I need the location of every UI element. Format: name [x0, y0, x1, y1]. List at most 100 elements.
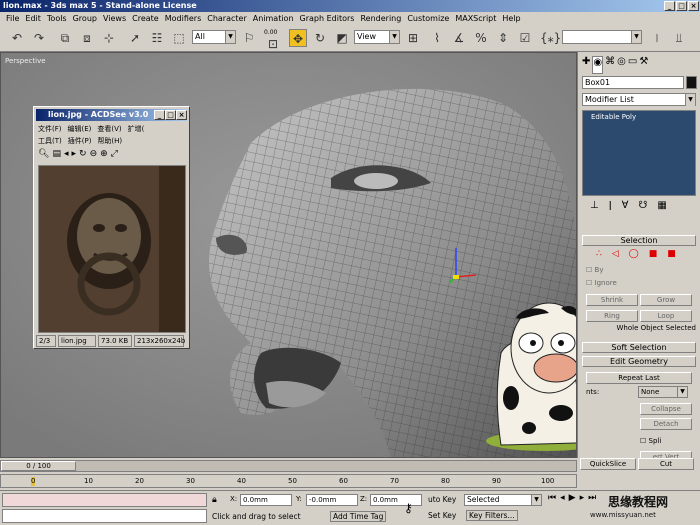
- border-mode-icon[interactable]: ◯: [629, 249, 639, 261]
- pivot-center-icon[interactable]: ⊞: [404, 29, 422, 47]
- zoom-fit-icon[interactable]: ⤢: [111, 149, 118, 163]
- repeat-last-button[interactable]: Repeat Last: [586, 372, 692, 384]
- edge-mode-icon[interactable]: ◁: [612, 249, 619, 261]
- acdsee-menu-ext[interactable]: 扩增(: [128, 123, 145, 135]
- next-frame-icon[interactable]: ▸: [580, 493, 585, 507]
- tab-motion-icon[interactable]: ◎: [617, 56, 626, 74]
- z-coord-field[interactable]: 0.0mm: [370, 494, 422, 506]
- tab-hierarchy-icon[interactable]: ⌘: [605, 56, 615, 74]
- auto-key-button[interactable]: uto Key: [428, 495, 456, 504]
- mirror-icon[interactable]: ⧘: [648, 29, 666, 47]
- link-icon[interactable]: ⧉: [56, 29, 74, 47]
- menu-animation[interactable]: Animation: [250, 14, 297, 23]
- region-select-icon[interactable]: ⬚: [170, 29, 188, 47]
- element-mode-icon[interactable]: ■: [667, 249, 676, 261]
- acdsee-close-button[interactable]: ×: [176, 110, 187, 120]
- go-to-start-icon[interactable]: ⏮: [548, 493, 556, 507]
- select-by-name-icon[interactable]: ☷: [148, 29, 166, 47]
- minimize-button[interactable]: _: [664, 1, 675, 11]
- acdsee-menu-plugins[interactable]: 插件(P): [68, 135, 92, 147]
- next-icon[interactable]: ▸: [71, 149, 76, 163]
- track-bar[interactable]: 0 10 20 30 40 50 60 70 80 90 100: [0, 474, 577, 488]
- zoom-in-icon[interactable]: ⊕: [100, 149, 108, 163]
- menu-rendering[interactable]: Rendering: [357, 14, 404, 23]
- open-folder-icon[interactable]: ▤: [52, 149, 61, 163]
- acdsee-window[interactable]: lion.jpg - ACDSee v3.0 _ □ × 文件(F) 编辑(E)…: [33, 106, 190, 349]
- acdsee-menu-edit[interactable]: 编辑(E): [68, 123, 92, 135]
- menu-maxscript[interactable]: MAXScript: [452, 14, 499, 23]
- named-selection-dropdown[interactable]: ▼: [562, 30, 642, 44]
- split-checkbox[interactable]: ☐ Spli: [640, 437, 661, 445]
- snap-toggle-icon[interactable]: ⌇: [428, 29, 446, 47]
- window-crossing-icon[interactable]: ⊡: [264, 35, 282, 53]
- menu-views[interactable]: Views: [100, 14, 129, 23]
- menu-edit[interactable]: Edit: [22, 14, 44, 23]
- angle-snap-icon[interactable]: ∡: [450, 29, 468, 47]
- prev-icon[interactable]: ◂: [64, 149, 69, 163]
- maximize-button[interactable]: □: [676, 1, 687, 11]
- cut-button[interactable]: Cut: [638, 458, 694, 470]
- remove-modifier-icon[interactable]: ☋: [639, 200, 648, 216]
- menu-modifiers[interactable]: Modifiers: [162, 14, 205, 23]
- menu-create[interactable]: Create: [129, 14, 162, 23]
- percent-snap-icon[interactable]: %: [472, 29, 490, 47]
- object-color-swatch[interactable]: [686, 76, 697, 89]
- stack-item-editable-poly[interactable]: Editable Poly: [583, 111, 695, 123]
- object-name-field[interactable]: Box01: [582, 76, 684, 89]
- maxscript-output-mini[interactable]: [2, 509, 207, 523]
- show-end-result-icon[interactable]: ǀ: [609, 200, 612, 216]
- make-unique-icon[interactable]: ∀: [622, 200, 629, 216]
- menu-group[interactable]: Group: [70, 14, 100, 23]
- rotate-icon[interactable]: ↻: [79, 149, 87, 163]
- configure-sets-icon[interactable]: ▦: [657, 200, 666, 216]
- menu-customize[interactable]: Customize: [404, 14, 452, 23]
- named-selection-icon[interactable]: ☑: [516, 29, 534, 47]
- constraints-dropdown[interactable]: None ▼: [638, 386, 688, 398]
- y-coord-field[interactable]: -0.0mm: [306, 494, 358, 506]
- set-key-button[interactable]: Set Key: [428, 511, 456, 520]
- key-icon[interactable]: ⚷: [404, 501, 413, 515]
- menu-help[interactable]: Help: [499, 14, 523, 23]
- time-slider[interactable]: 0 / 100: [0, 460, 577, 472]
- acdsee-minimize-button[interactable]: _: [154, 110, 165, 120]
- selection-filter-dropdown[interactable]: All ▼: [192, 30, 236, 44]
- menu-graph-editors[interactable]: Graph Editors: [297, 14, 358, 23]
- bind-space-warp-icon[interactable]: ⊹: [100, 29, 118, 47]
- undo-icon[interactable]: ↶: [8, 29, 26, 47]
- acdsee-menu-view[interactable]: 查看(V): [97, 123, 121, 135]
- time-slider-thumb[interactable]: 0 / 100: [1, 461, 76, 471]
- key-mode-dropdown[interactable]: Selected ▼: [464, 494, 542, 506]
- go-to-end-icon[interactable]: ⏭: [588, 493, 596, 507]
- select-by-color-icon[interactable]: ⚐: [240, 29, 258, 47]
- zoom-out-icon[interactable]: ⊖: [90, 149, 98, 163]
- polygon-mode-icon[interactable]: ■: [649, 249, 658, 261]
- ring-button[interactable]: Ring: [586, 310, 638, 322]
- select-move-icon[interactable]: ✥: [289, 29, 307, 47]
- edit-geometry-rollout-header[interactable]: Edit Geometry: [582, 356, 696, 367]
- tab-display-icon[interactable]: ▭: [628, 56, 637, 74]
- select-rotate-icon[interactable]: ↻: [311, 29, 329, 47]
- modifier-list-dropdown[interactable]: Modifier List ▼: [582, 93, 696, 106]
- acdsee-menu-help[interactable]: 帮助(H): [97, 135, 122, 147]
- lock-selection-icon[interactable]: 🔒︎: [212, 495, 217, 505]
- acdsee-menu-file[interactable]: 文件(F): [38, 123, 62, 135]
- acdsee-maximize-button[interactable]: □: [165, 110, 176, 120]
- unlink-icon[interactable]: ⧈: [78, 29, 96, 47]
- vertex-mode-icon[interactable]: ∴: [596, 249, 602, 261]
- by-vertex-checkbox[interactable]: ☐ By: [586, 266, 603, 274]
- x-coord-field[interactable]: 0.0mm: [240, 494, 292, 506]
- pin-stack-icon[interactable]: ⊥: [590, 200, 599, 216]
- loop-button[interactable]: Loop: [640, 310, 692, 322]
- soft-selection-rollout-header[interactable]: Soft Selection: [582, 342, 696, 353]
- maxscript-listener-mini[interactable]: [2, 493, 207, 507]
- select-scale-icon[interactable]: ◩: [333, 29, 351, 47]
- modifier-stack[interactable]: Editable Poly: [582, 110, 696, 196]
- prev-frame-icon[interactable]: ◂: [560, 493, 565, 507]
- detach-button[interactable]: Detach: [640, 418, 692, 430]
- viewport-label[interactable]: Perspective: [5, 57, 46, 65]
- browse-icon[interactable]: 🔍︎: [38, 149, 49, 163]
- edit-named-selection-icon[interactable]: {⁎}: [540, 29, 561, 47]
- tab-create-icon[interactable]: ✚: [582, 56, 590, 74]
- menu-file[interactable]: File: [3, 14, 22, 23]
- align-icon[interactable]: ⫫: [670, 29, 688, 47]
